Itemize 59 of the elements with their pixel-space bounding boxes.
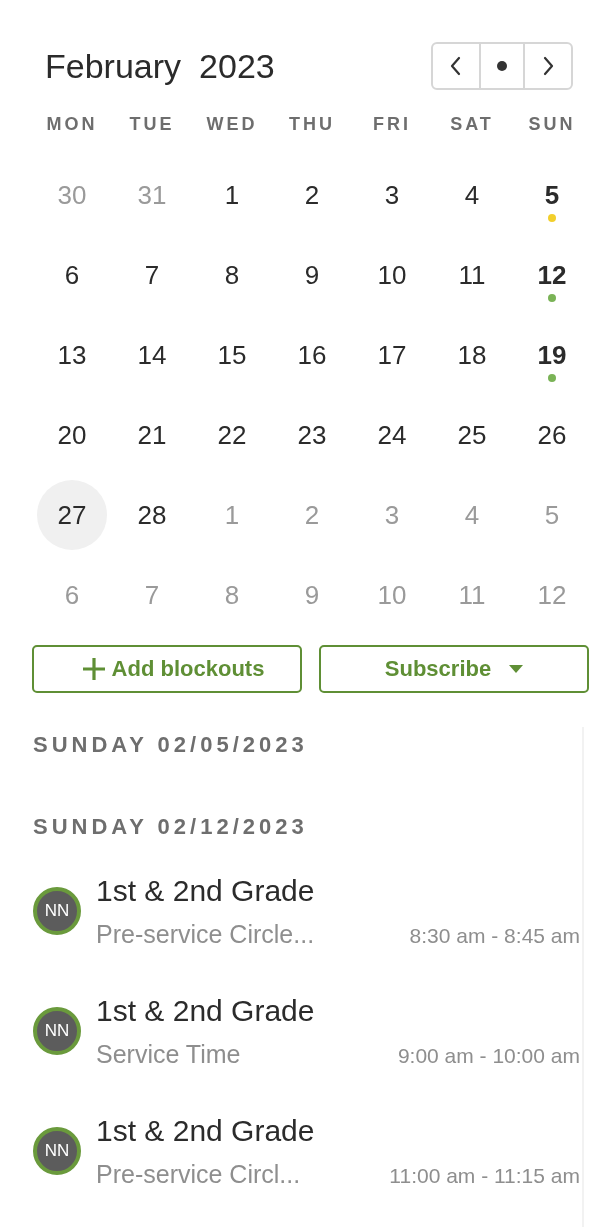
- weekday-label: THU: [288, 114, 336, 135]
- day-number[interactable]: 24: [357, 400, 427, 470]
- day-number[interactable]: 20: [37, 400, 107, 470]
- avatar: NN: [33, 887, 81, 935]
- day-number[interactable]: 21: [117, 400, 187, 470]
- day-number[interactable]: 1: [197, 160, 267, 230]
- today-button[interactable]: [479, 44, 525, 88]
- day-number[interactable]: 18: [437, 320, 507, 390]
- day-number[interactable]: 3: [357, 160, 427, 230]
- day-number[interactable]: 14: [117, 320, 187, 390]
- caret-down-icon: [509, 665, 524, 673]
- avatar: NN: [33, 1127, 81, 1175]
- event-title: 1st & 2nd Grade: [96, 993, 316, 1028]
- day-number[interactable]: 5: [517, 160, 587, 230]
- event-name: Pre-service Circl...: [96, 1159, 301, 1189]
- event-name: Service Time: [96, 1039, 241, 1069]
- day-number[interactable]: 23: [277, 400, 347, 470]
- chevron-right-icon: [542, 56, 554, 76]
- day-number[interactable]: 4: [437, 160, 507, 230]
- event-title: 1st & 2nd Grade: [96, 1113, 316, 1148]
- date-heading: SUNDAY 02/12/2023: [33, 813, 309, 841]
- add-blockouts-button[interactable]: Add blockouts: [32, 645, 302, 693]
- weekday-label: SAT: [449, 114, 495, 135]
- day-number[interactable]: 22: [197, 400, 267, 470]
- chevron-left-icon: [450, 56, 462, 76]
- weekday-label: FRI: [372, 114, 412, 135]
- day-number[interactable]: 16: [277, 320, 347, 390]
- day-number[interactable]: 19: [517, 320, 587, 390]
- day-number[interactable]: 13: [37, 320, 107, 390]
- date-heading: SUNDAY 02/05/2023: [33, 731, 309, 759]
- event-name: Pre-service Circle...: [96, 919, 315, 949]
- plus-icon: [81, 657, 106, 681]
- avatar: NN: [33, 1007, 81, 1055]
- year-title: 2023: [199, 46, 275, 85]
- event-title: 1st & 2nd Grade: [96, 873, 316, 908]
- today-marker[interactable]: 27: [37, 480, 107, 550]
- day-number[interactable]: 12: [517, 240, 587, 310]
- day-number[interactable]: 26: [517, 400, 587, 470]
- subscribe-button[interactable]: Subscribe: [319, 645, 589, 693]
- day-number[interactable]: 15: [197, 320, 267, 390]
- month-title: February: [45, 46, 182, 85]
- day-number[interactable]: 17: [357, 320, 427, 390]
- event-time: 11:00 am - 11:15 am: [389, 1163, 580, 1188]
- weekday-label: TUE: [128, 114, 176, 135]
- weekday-label: MON: [45, 114, 99, 135]
- day-number[interactable]: 28: [117, 480, 187, 550]
- day-number[interactable]: 9: [277, 240, 347, 310]
- dot-icon: [497, 61, 507, 71]
- event-time: 9:00 am - 10:00 am: [397, 1043, 580, 1068]
- day-number[interactable]: 10: [357, 240, 427, 310]
- day-number[interactable]: 25: [437, 400, 507, 470]
- weekday-label: WED: [205, 114, 259, 135]
- day-number[interactable]: 11: [437, 240, 507, 310]
- weekday-label: SUN: [527, 114, 577, 135]
- day-number[interactable]: 8: [197, 240, 267, 310]
- event-time: 8:30 am - 8:45 am: [409, 923, 580, 948]
- day-number[interactable]: 2: [277, 160, 347, 230]
- day-number[interactable]: 6: [37, 240, 107, 310]
- day-number[interactable]: 7: [117, 240, 187, 310]
